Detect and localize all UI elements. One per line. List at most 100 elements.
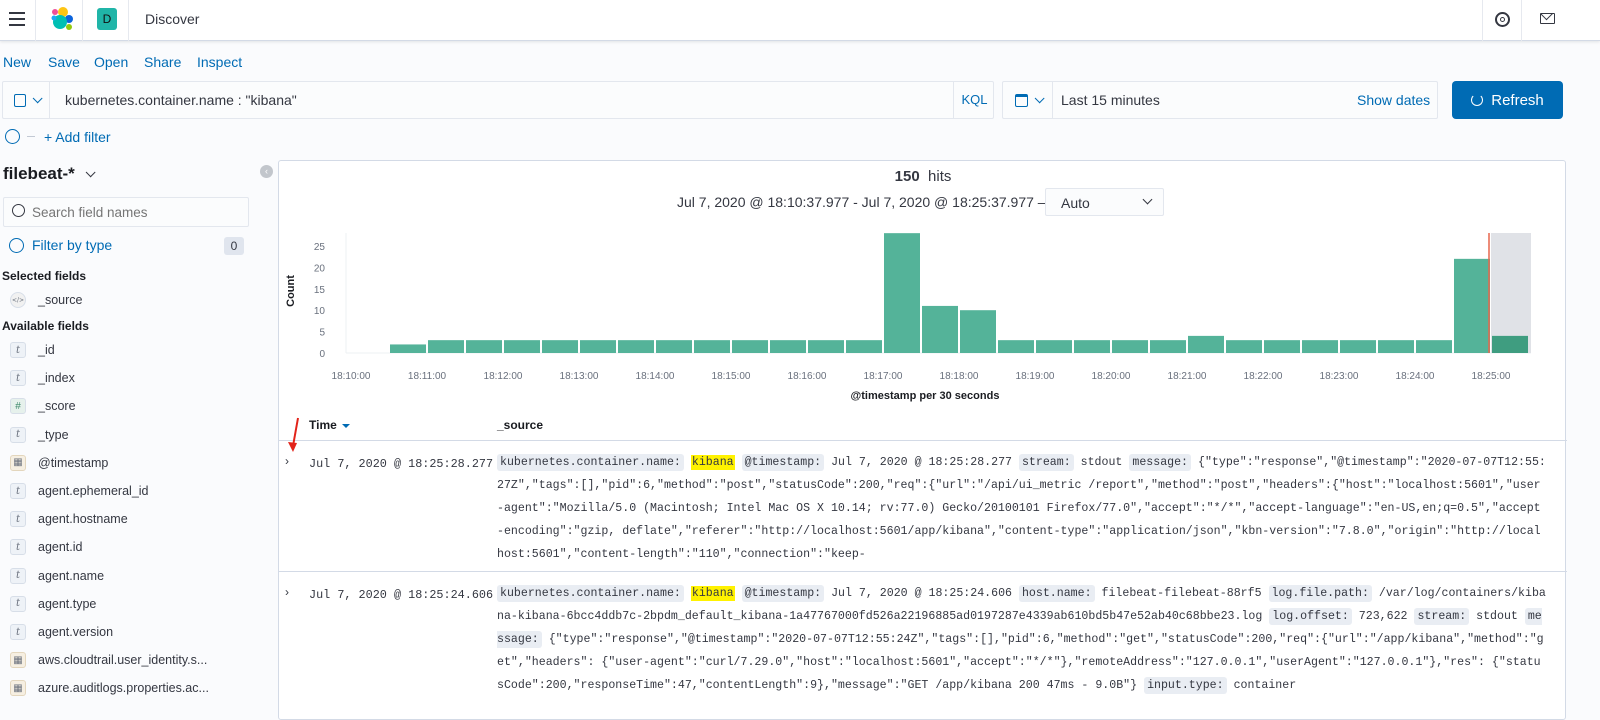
open-button[interactable]: Open bbox=[94, 54, 128, 70]
field-name: _index bbox=[38, 371, 75, 386]
field-item[interactable]: t agent.version bbox=[10, 622, 113, 642]
date-type-icon: ▦ bbox=[10, 652, 26, 669]
field-item[interactable]: t agent.name bbox=[10, 566, 104, 586]
elastic-logo[interactable] bbox=[50, 5, 74, 33]
x-tick-label: 18:23:00 bbox=[1320, 371, 1359, 382]
x-tick-label: 18:19:00 bbox=[1016, 371, 1055, 382]
row-time: Jul 7, 2020 @ 18:25:28.277 bbox=[309, 457, 494, 471]
expand-row-chevron-icon[interactable]: › bbox=[285, 454, 289, 468]
string-type-icon: t bbox=[10, 511, 26, 528]
x-tick-label: 18:12:00 bbox=[484, 371, 523, 382]
refresh-button[interactable]: Refresh bbox=[1452, 81, 1563, 119]
histogram-bar bbox=[846, 340, 882, 353]
field-value: {"type":"response","@timestamp":"2020-07… bbox=[497, 456, 1546, 561]
x-tick-label: 18:15:00 bbox=[712, 371, 751, 382]
sort-desc-icon[interactable] bbox=[342, 423, 351, 428]
histogram-bar bbox=[694, 340, 730, 353]
selected-fields-heading: Selected fields bbox=[2, 269, 87, 283]
field-search bbox=[3, 197, 249, 227]
field-item[interactable]: t _index bbox=[10, 368, 75, 388]
field-item[interactable]: t agent.ephemeral_id bbox=[10, 481, 149, 501]
chevron-down-icon bbox=[1034, 92, 1045, 103]
histogram-bar bbox=[1074, 340, 1110, 353]
histogram-bar bbox=[808, 340, 844, 353]
histogram-bar bbox=[1188, 335, 1224, 353]
time-range-text: Jul 7, 2020 @ 18:10:37.977 - Jul 7, 2020… bbox=[677, 194, 1052, 210]
out-of-range-shade bbox=[1491, 233, 1531, 353]
histogram-chart[interactable]: 0 5 10 15 20 25 18:10:00 18:11:00 18:12:00 18:13:… bbox=[279, 221, 1567, 411]
field-key: @timestamp: bbox=[741, 585, 825, 602]
field-name: agent.id bbox=[38, 540, 83, 555]
field-item[interactable]: </> _source bbox=[10, 290, 82, 310]
y-tick-label: 0 bbox=[319, 349, 325, 360]
histogram-bar bbox=[1036, 340, 1072, 353]
column-header-time[interactable]: Time bbox=[309, 418, 351, 432]
field-name: _type bbox=[38, 427, 69, 442]
saved-query-button[interactable] bbox=[3, 82, 50, 118]
field-name: agent.type bbox=[38, 596, 97, 611]
field-item[interactable]: t _id bbox=[10, 340, 55, 360]
field-item[interactable]: ▦ aws.cloudtrail.user_identity.s... bbox=[10, 650, 207, 670]
y-tick-label: 10 bbox=[314, 306, 326, 317]
x-tick-label: 18:24:00 bbox=[1396, 371, 1435, 382]
string-type-icon: t bbox=[10, 567, 26, 584]
time-range-value[interactable]: Last 15 minutes bbox=[1061, 92, 1160, 108]
chevron-down-icon bbox=[1142, 194, 1153, 205]
mail-icon[interactable] bbox=[1540, 13, 1555, 24]
field-item[interactable]: # _score bbox=[10, 396, 76, 416]
x-tick-label: 18:11:00 bbox=[408, 371, 447, 382]
index-pattern-selector[interactable]: filebeat-* bbox=[3, 164, 96, 184]
field-value: 723,622 bbox=[1358, 610, 1408, 623]
inspect-button[interactable]: Inspect bbox=[197, 54, 242, 70]
filter-by-type-button[interactable]: Filter by type bbox=[9, 237, 112, 253]
field-key: log.offset: bbox=[1269, 608, 1352, 625]
index-pattern-name: filebeat-* bbox=[3, 164, 75, 183]
quick-select-button[interactable] bbox=[1003, 82, 1053, 118]
add-filter-button[interactable]: + Add filter bbox=[44, 129, 111, 145]
query-input[interactable]: kubernetes.container.name : "kibana" bbox=[65, 92, 297, 108]
histogram-bar bbox=[884, 233, 920, 353]
search-field-names-input[interactable] bbox=[32, 202, 242, 222]
new-button[interactable]: New bbox=[3, 54, 31, 70]
field-item[interactable]: ▦ azure.auditlogs.properties.ac... bbox=[10, 678, 209, 698]
hits-label: hits bbox=[928, 168, 952, 185]
x-tick-label: 18:22:00 bbox=[1244, 371, 1283, 382]
field-item[interactable]: t _type bbox=[10, 425, 69, 445]
collapse-sidebar-icon[interactable]: ‹ bbox=[260, 165, 273, 178]
histogram-bar bbox=[656, 340, 692, 353]
field-name: _source bbox=[38, 293, 83, 307]
interval-select[interactable]: Auto bbox=[1045, 188, 1164, 216]
kql-toggle[interactable]: KQL bbox=[953, 82, 995, 118]
field-key: message: bbox=[1129, 454, 1192, 471]
help-icon[interactable] bbox=[1495, 12, 1510, 27]
share-button[interactable]: Share bbox=[144, 54, 181, 70]
field-item[interactable]: t agent.id bbox=[10, 537, 82, 557]
x-tick-label: 18:17:00 bbox=[864, 371, 903, 382]
menu-icon[interactable] bbox=[9, 12, 25, 26]
field-item[interactable]: t agent.hostname bbox=[10, 509, 128, 529]
filter-options-icon[interactable] bbox=[5, 129, 20, 144]
y-tick-label: 5 bbox=[319, 328, 325, 339]
field-key: @timestamp: bbox=[741, 454, 825, 471]
expand-row-chevron-icon[interactable]: › bbox=[285, 585, 289, 599]
histogram-bar bbox=[1264, 340, 1300, 353]
field-value: container bbox=[1233, 679, 1297, 692]
field-item[interactable]: t agent.type bbox=[10, 594, 96, 614]
field-name: azure.auditlogs.properties.ac... bbox=[38, 681, 209, 696]
histogram-bar bbox=[1492, 335, 1528, 353]
histogram-bar bbox=[1378, 340, 1414, 353]
space-avatar[interactable]: D bbox=[97, 8, 117, 30]
field-value: Jul 7, 2020 @ 18:25:28.277 bbox=[831, 456, 1012, 469]
field-value: {"type":"response","@timestamp":"2020-07… bbox=[497, 633, 1544, 692]
field-value: stdout bbox=[1476, 610, 1518, 623]
results-panel: 150 hits Jul 7, 2020 @ 18:10:37.977 - Ju… bbox=[278, 160, 1567, 720]
column-header-source: _source bbox=[497, 418, 544, 432]
x-tick-label: 18:10:00 bbox=[332, 371, 371, 382]
histogram-bar bbox=[1416, 340, 1452, 353]
field-name: agent.name bbox=[38, 568, 105, 583]
field-item[interactable]: ▦ @timestamp bbox=[10, 453, 108, 473]
divider bbox=[279, 571, 1567, 572]
show-dates-link[interactable]: Show dates bbox=[1357, 92, 1430, 108]
save-button[interactable]: Save bbox=[48, 54, 80, 70]
histogram-bar bbox=[466, 340, 502, 353]
